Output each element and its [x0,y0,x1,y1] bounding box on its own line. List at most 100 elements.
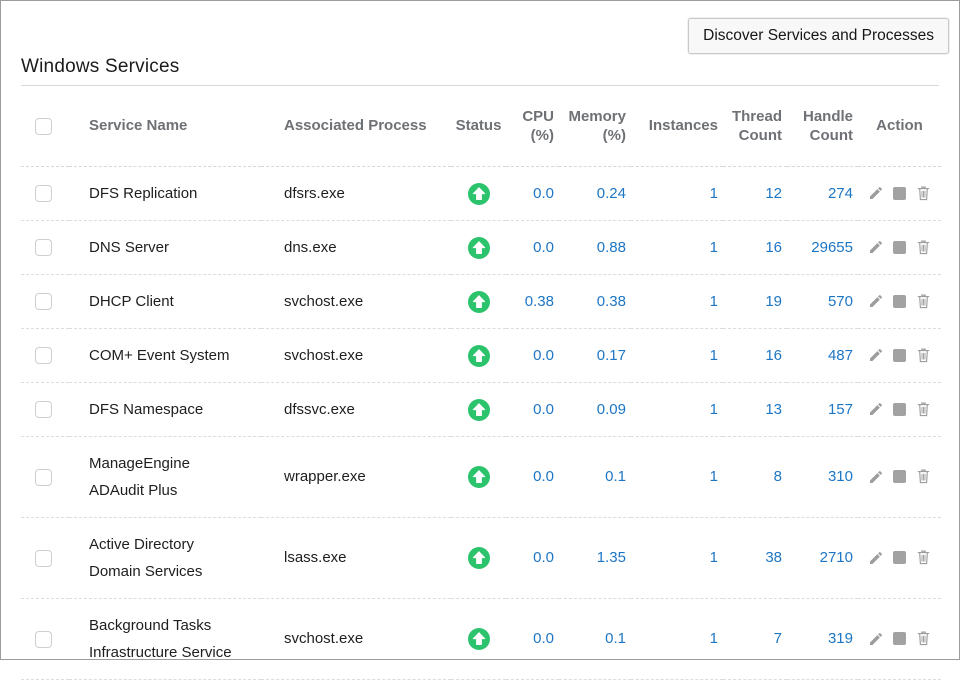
table-row: ManageEngine ADAudit Plus wrapper.exe 0.… [21,436,941,517]
row-actions [858,239,941,256]
select-all-checkbox[interactable] [35,118,52,135]
row-actions [858,630,941,647]
memory-value[interactable]: 0.17 [559,328,631,382]
edit-pencil-icon[interactable] [868,469,884,485]
stop-square-icon[interactable] [893,349,906,362]
handle-count-value[interactable]: 157 [787,382,858,436]
instances-value[interactable]: 1 [631,436,723,517]
delete-trash-icon[interactable] [915,239,932,256]
thread-count-value[interactable]: 12 [723,166,787,220]
table-row: DFS Replication dfsrs.exe 0.0 0.24 1 12 … [21,166,941,220]
discover-services-button[interactable]: Discover Services and Processes [688,18,949,54]
edit-pencil-icon[interactable] [868,347,884,363]
row-actions [858,185,941,202]
instances-value[interactable]: 1 [631,328,723,382]
delete-trash-icon[interactable] [915,468,932,485]
table-header-row: Service Name Associated Process Status C… [21,86,941,166]
associated-process: dns.exe [261,220,451,274]
cpu-value[interactable]: 0.0 [506,328,559,382]
memory-value[interactable]: 1.35 [559,517,631,598]
edit-pencil-icon[interactable] [868,631,884,647]
table-row: DHCP Client svchost.exe 0.38 0.38 1 19 5… [21,274,941,328]
stop-square-icon[interactable] [893,632,906,645]
cpu-value[interactable]: 0.0 [506,436,559,517]
instances-value[interactable]: 1 [631,517,723,598]
stop-square-icon[interactable] [893,295,906,308]
status-running-icon [468,399,490,421]
delete-trash-icon[interactable] [915,293,932,310]
handle-count-value[interactable]: 570 [787,274,858,328]
col-header-associated-process: Associated Process [261,86,451,166]
stop-square-icon[interactable] [893,470,906,483]
thread-count-value[interactable]: 38 [723,517,787,598]
col-header-action: Action [858,86,941,166]
associated-process: svchost.exe [261,598,451,679]
edit-pencil-icon[interactable] [868,239,884,255]
thread-count-value[interactable]: 16 [723,220,787,274]
instances-value[interactable]: 1 [631,382,723,436]
row-checkbox[interactable] [35,347,52,364]
service-name: DNS Server [69,220,261,274]
delete-trash-icon[interactable] [915,185,932,202]
thread-count-value[interactable]: 7 [723,598,787,679]
handle-count-value[interactable]: 274 [787,166,858,220]
row-checkbox[interactable] [35,293,52,310]
stop-square-icon[interactable] [893,551,906,564]
thread-count-value[interactable]: 8 [723,436,787,517]
col-header-handle-count: Handle Count [787,86,858,166]
cpu-value[interactable]: 0.0 [506,598,559,679]
edit-pencil-icon[interactable] [868,293,884,309]
memory-value[interactable]: 0.1 [559,436,631,517]
row-checkbox[interactable] [35,550,52,567]
associated-process: dfsrs.exe [261,166,451,220]
row-checkbox[interactable] [35,469,52,486]
windows-services-page: { "page": { "title": "Windows Services",… [0,0,960,660]
handle-count-value[interactable]: 319 [787,598,858,679]
service-name: ManageEngine ADAudit Plus [69,436,261,517]
delete-trash-icon[interactable] [915,347,932,364]
memory-value[interactable]: 0.38 [559,274,631,328]
handle-count-value[interactable]: 487 [787,328,858,382]
stop-square-icon[interactable] [893,187,906,200]
cpu-value[interactable]: 0.0 [506,382,559,436]
associated-process: svchost.exe [261,274,451,328]
stop-square-icon[interactable] [893,241,906,254]
row-checkbox[interactable] [35,401,52,418]
edit-pencil-icon[interactable] [868,185,884,201]
thread-count-value[interactable]: 19 [723,274,787,328]
cpu-value[interactable]: 0.0 [506,166,559,220]
delete-trash-icon[interactable] [915,630,932,647]
associated-process: svchost.exe [261,328,451,382]
edit-pencil-icon[interactable] [868,550,884,566]
status-running-icon [468,547,490,569]
delete-trash-icon[interactable] [915,401,932,418]
row-actions [858,347,941,364]
row-checkbox[interactable] [35,239,52,256]
cpu-value[interactable]: 0.38 [506,274,559,328]
stop-square-icon[interactable] [893,403,906,416]
memory-value[interactable]: 0.24 [559,166,631,220]
delete-trash-icon[interactable] [915,549,932,566]
instances-value[interactable]: 1 [631,220,723,274]
cpu-value[interactable]: 0.0 [506,517,559,598]
instances-value[interactable]: 1 [631,166,723,220]
handle-count-value[interactable]: 29655 [787,220,858,274]
status-running-icon [468,466,490,488]
handle-count-value[interactable]: 310 [787,436,858,517]
handle-count-value[interactable]: 2710 [787,517,858,598]
memory-value[interactable]: 0.1 [559,598,631,679]
status-running-icon [468,237,490,259]
table-row: DFS Namespace dfssvc.exe 0.0 0.09 1 13 1… [21,382,941,436]
thread-count-value[interactable]: 16 [723,328,787,382]
row-checkbox[interactable] [35,185,52,202]
cpu-value[interactable]: 0.0 [506,220,559,274]
thread-count-value[interactable]: 13 [723,382,787,436]
associated-process: wrapper.exe [261,436,451,517]
instances-value[interactable]: 1 [631,274,723,328]
memory-value[interactable]: 0.88 [559,220,631,274]
row-checkbox[interactable] [35,631,52,648]
edit-pencil-icon[interactable] [868,401,884,417]
memory-value[interactable]: 0.09 [559,382,631,436]
status-running-icon [468,291,490,313]
instances-value[interactable]: 1 [631,598,723,679]
